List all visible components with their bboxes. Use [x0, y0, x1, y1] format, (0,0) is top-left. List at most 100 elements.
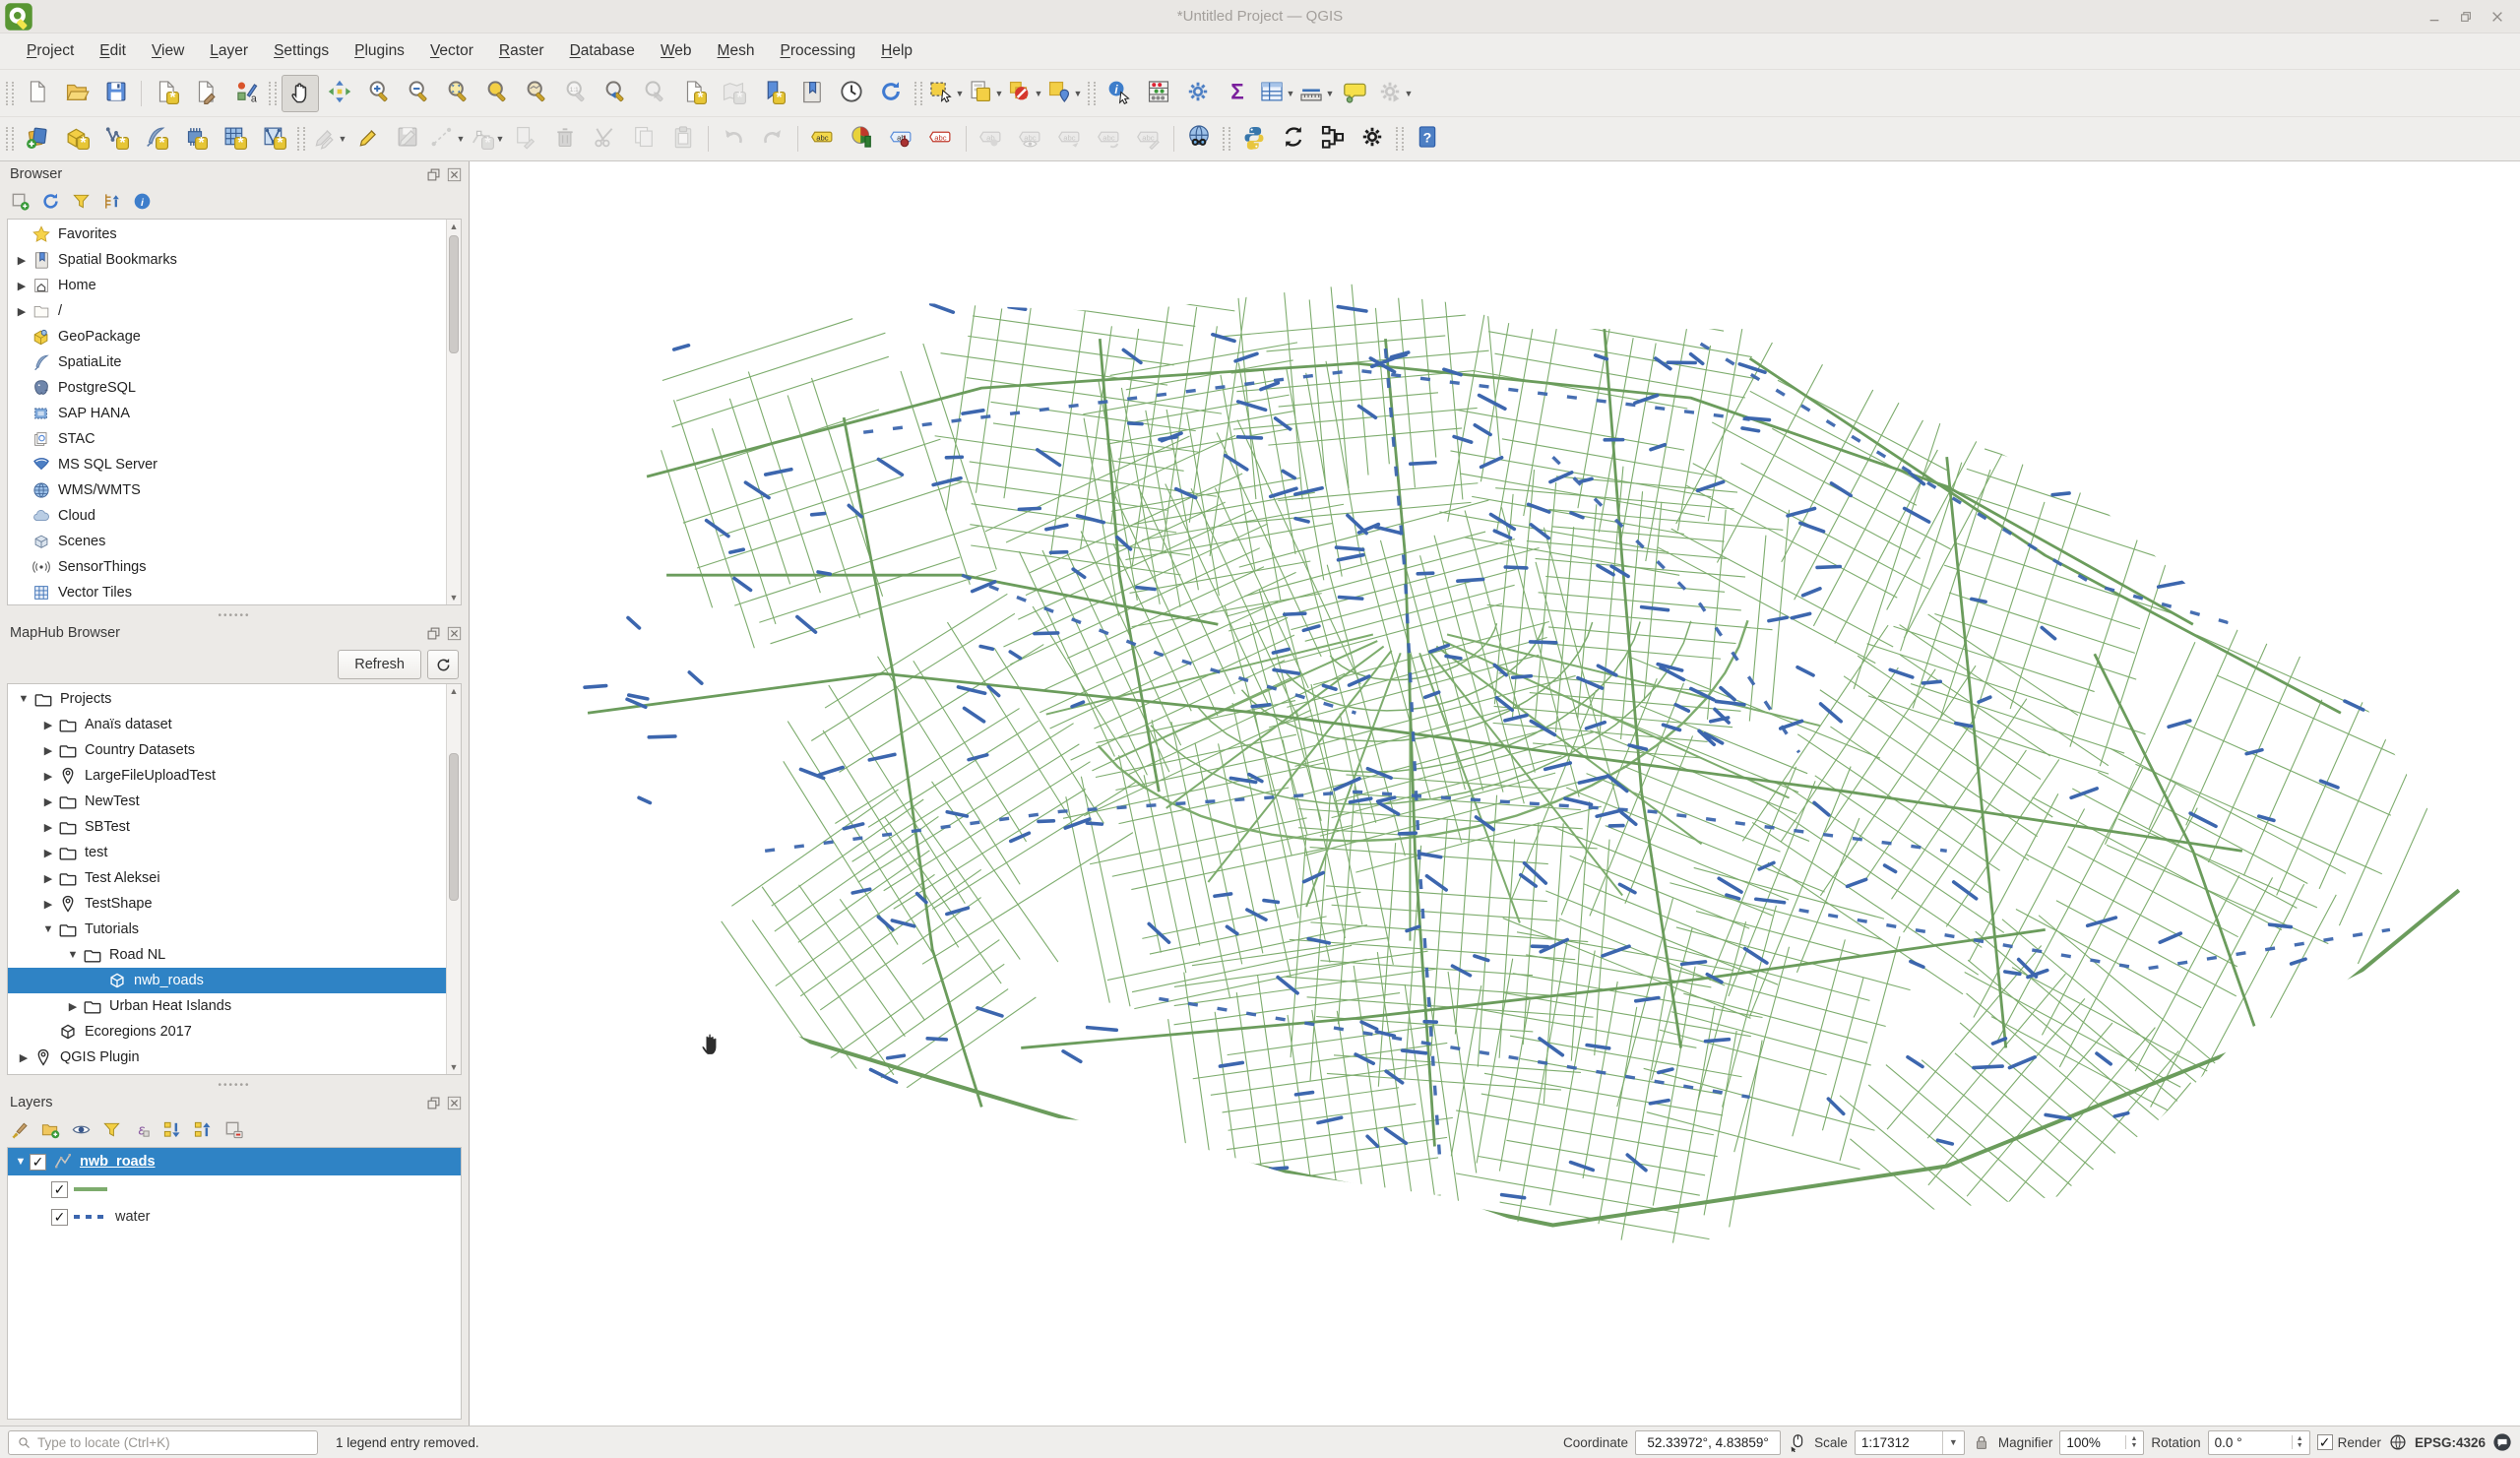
tree-item-qgis-plugin[interactable]: ▶QGIS Plugin: [8, 1045, 461, 1070]
refresh-map-button[interactable]: [872, 75, 910, 112]
close-button[interactable]: [2488, 8, 2506, 26]
expander-right-icon[interactable]: ▶: [67, 1000, 79, 1013]
manage-map-themes-icon[interactable]: [71, 1119, 92, 1144]
panel-splitter[interactable]: ••••••: [0, 1081, 469, 1090]
expander-right-icon[interactable]: ▶: [42, 847, 54, 859]
statistics-button[interactable]: [1140, 75, 1177, 112]
toolbar-drag-handle[interactable]: [1088, 82, 1096, 105]
close-panel-button[interactable]: [446, 625, 463, 642]
symbol-checkbox[interactable]: ✓: [51, 1209, 68, 1226]
tree-item-sbtest[interactable]: ▶SBTest: [8, 814, 461, 840]
tree-item-spatialite[interactable]: SpatiaLite: [8, 349, 461, 375]
collapse-all-icon[interactable]: [101, 191, 122, 216]
scroll-down-icon[interactable]: ▼: [447, 1060, 461, 1074]
tree-item-postgresql[interactable]: PostgreSQL: [8, 375, 461, 401]
layer-symbol-item-water[interactable]: ✓water: [8, 1203, 461, 1231]
tree-item--[interactable]: ▶/: [8, 298, 461, 324]
float-panel-button[interactable]: [425, 625, 442, 642]
menu-edit[interactable]: Edit: [87, 38, 139, 64]
tree-item-test[interactable]: ▶test: [8, 840, 461, 865]
metasearch-button[interactable]: [1180, 120, 1218, 158]
scroll-up-icon[interactable]: ▲: [447, 220, 461, 233]
refresh-maphub-icon-button[interactable]: [427, 650, 459, 679]
expander-right-icon[interactable]: ▶: [16, 254, 28, 267]
new-virtual-layer-button[interactable]: *: [216, 120, 253, 158]
log-messages-icon[interactable]: [2492, 1432, 2512, 1452]
new-layout-button[interactable]: *: [148, 75, 185, 112]
tree-item-road-nl[interactable]: ▼Road NL: [8, 942, 461, 968]
layout-manager-button[interactable]: [187, 75, 224, 112]
filter-browser-icon[interactable]: [71, 191, 92, 216]
spinner-arrows-icon[interactable]: ▲▼: [2125, 1435, 2137, 1449]
toolbar-drag-handle[interactable]: [914, 82, 922, 105]
menu-help[interactable]: Help: [868, 38, 925, 64]
menu-project[interactable]: Project: [14, 38, 87, 64]
menu-settings[interactable]: Settings: [261, 38, 342, 64]
add-selected-layer-icon[interactable]: [10, 191, 31, 216]
properties-widget-icon[interactable]: i: [132, 191, 153, 216]
maphub-settings-button[interactable]: [1354, 120, 1391, 158]
expander-down-icon[interactable]: ▼: [67, 949, 79, 961]
browser-scrollbar[interactable]: ▲ ▼: [446, 220, 461, 604]
tree-item-cloud[interactable]: Cloud: [8, 503, 461, 529]
expand-all-layers-icon[interactable]: [162, 1119, 183, 1144]
expander-down-icon[interactable]: ▼: [14, 1156, 28, 1168]
toolbar-drag-handle[interactable]: [1223, 127, 1230, 151]
panel-splitter[interactable]: ••••••: [0, 611, 469, 620]
attribute-table-button[interactable]: ▼: [1258, 75, 1295, 112]
tree-item-tutorials[interactable]: ▼Tutorials: [8, 917, 461, 942]
zoom-to-selection-button[interactable]: [478, 75, 516, 112]
menu-vector[interactable]: Vector: [417, 38, 486, 64]
spinner-arrows-icon[interactable]: ▲▼: [2292, 1435, 2303, 1449]
pan-to-selection-button[interactable]: [321, 75, 358, 112]
menu-raster[interactable]: Raster: [486, 38, 557, 64]
toolbar-drag-handle[interactable]: [297, 127, 305, 151]
minimize-button[interactable]: [2426, 8, 2443, 26]
open-project-button[interactable]: [58, 75, 95, 112]
layer-labeling-button[interactable]: abc: [804, 120, 842, 158]
tree-item-urban-heat-islands[interactable]: ▶Urban Heat Islands: [8, 993, 461, 1019]
tree-item-home[interactable]: ▶Home: [8, 273, 461, 298]
tree-item-scenes[interactable]: Scenes: [8, 529, 461, 554]
coordinate-input[interactable]: 52.33972°, 4.83859°: [1635, 1430, 1781, 1455]
remove-layer-icon[interactable]: [223, 1119, 244, 1144]
map-tips-button[interactable]: [1337, 75, 1374, 112]
zoom-full-button[interactable]: [439, 75, 476, 112]
tree-item-largefileuploadtest[interactable]: ▶LargeFileUploadTest: [8, 763, 461, 789]
zoom-last-button[interactable]: [597, 75, 634, 112]
tree-item-testshape[interactable]: ▶TestShape: [8, 891, 461, 917]
scale-combo[interactable]: 1:17312▼: [1855, 1430, 1965, 1455]
rotation-spinner[interactable]: 0.0 °▲▼: [2208, 1430, 2310, 1455]
highlight-labels-button[interactable]: abc: [922, 120, 960, 158]
filter-legend-icon[interactable]: [101, 1119, 122, 1144]
new-geopackage-button[interactable]: *: [58, 120, 95, 158]
tree-item-newtest[interactable]: ▶NewTest: [8, 789, 461, 814]
checkbox-checked-icon[interactable]: ✓: [2317, 1434, 2333, 1450]
scroll-up-icon[interactable]: ▲: [447, 684, 461, 698]
style-manager-button[interactable]: a: [226, 75, 264, 112]
menu-plugins[interactable]: Plugins: [342, 38, 417, 64]
new-scratch-layer-button[interactable]: *: [176, 120, 214, 158]
layer-diagram-button[interactable]: [844, 120, 881, 158]
tree-item-sap-hana[interactable]: SAP HANA: [8, 401, 461, 426]
locator-input[interactable]: Type to locate (Ctrl+K): [8, 1430, 318, 1455]
new-mesh-layer-button[interactable]: *: [255, 120, 292, 158]
save-project-button[interactable]: [97, 75, 135, 112]
filter-by-expression-icon[interactable]: ε: [132, 1119, 153, 1144]
expander-right-icon[interactable]: ▶: [18, 1051, 30, 1064]
expander-right-icon[interactable]: ▶: [42, 719, 54, 731]
deselect-button[interactable]: ▼: [1006, 75, 1043, 112]
pan-map-button[interactable]: [282, 75, 319, 112]
map-canvas[interactable]: [470, 161, 2520, 1426]
open-layer-styling-icon[interactable]: [10, 1119, 31, 1144]
tree-item-ms-sql-server[interactable]: MS SQL Server: [8, 452, 461, 477]
tree-item-geopackage[interactable]: GeoPackage: [8, 324, 461, 349]
menu-database[interactable]: Database: [557, 38, 648, 64]
data-source-manager-button[interactable]: [19, 120, 56, 158]
tree-item-test-aleksei[interactable]: ▶Test Aleksei: [8, 865, 461, 891]
tree-item-ana-s-dataset[interactable]: ▶Anaïs dataset: [8, 712, 461, 737]
layer-checkbox[interactable]: ✓: [30, 1154, 46, 1171]
menu-mesh[interactable]: Mesh: [705, 38, 768, 64]
globe-crs-icon[interactable]: [2388, 1432, 2408, 1452]
tree-item-vector-tiles[interactable]: Vector Tiles: [8, 580, 461, 605]
